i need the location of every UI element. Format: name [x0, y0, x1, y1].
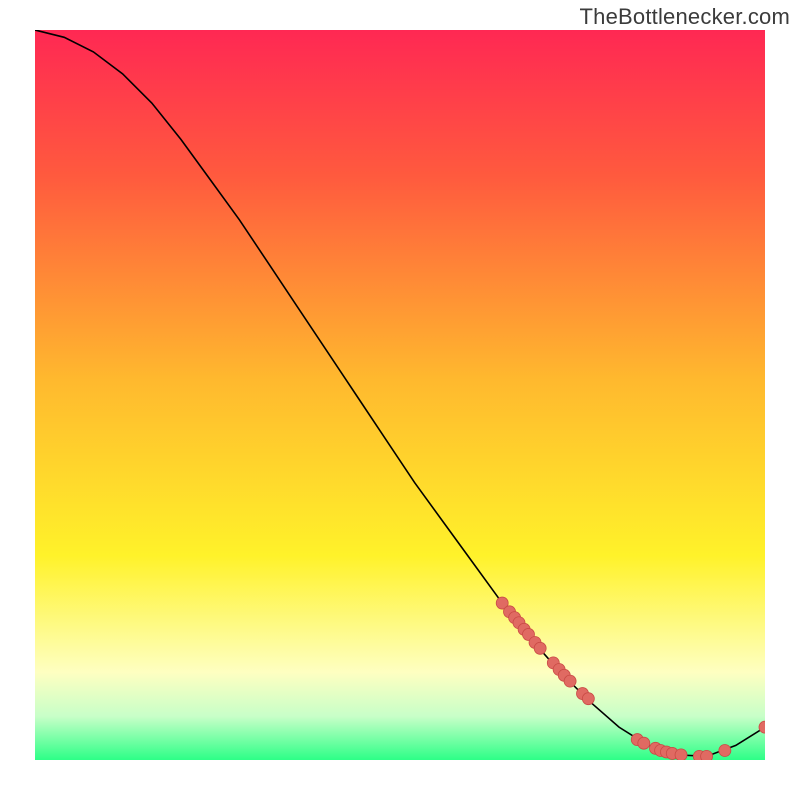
chart-container: TheBottlenecker.com	[0, 0, 800, 800]
data-point-marker	[719, 745, 731, 757]
data-point-marker	[534, 642, 546, 654]
data-point-marker	[564, 675, 576, 687]
gradient-background	[35, 30, 765, 760]
chart-svg	[35, 30, 765, 760]
watermark-text: TheBottlenecker.com	[580, 4, 790, 30]
data-point-marker	[701, 750, 713, 760]
data-point-marker	[582, 693, 594, 705]
data-point-marker	[638, 737, 650, 749]
data-point-marker	[675, 749, 687, 760]
plot-area	[35, 30, 765, 760]
